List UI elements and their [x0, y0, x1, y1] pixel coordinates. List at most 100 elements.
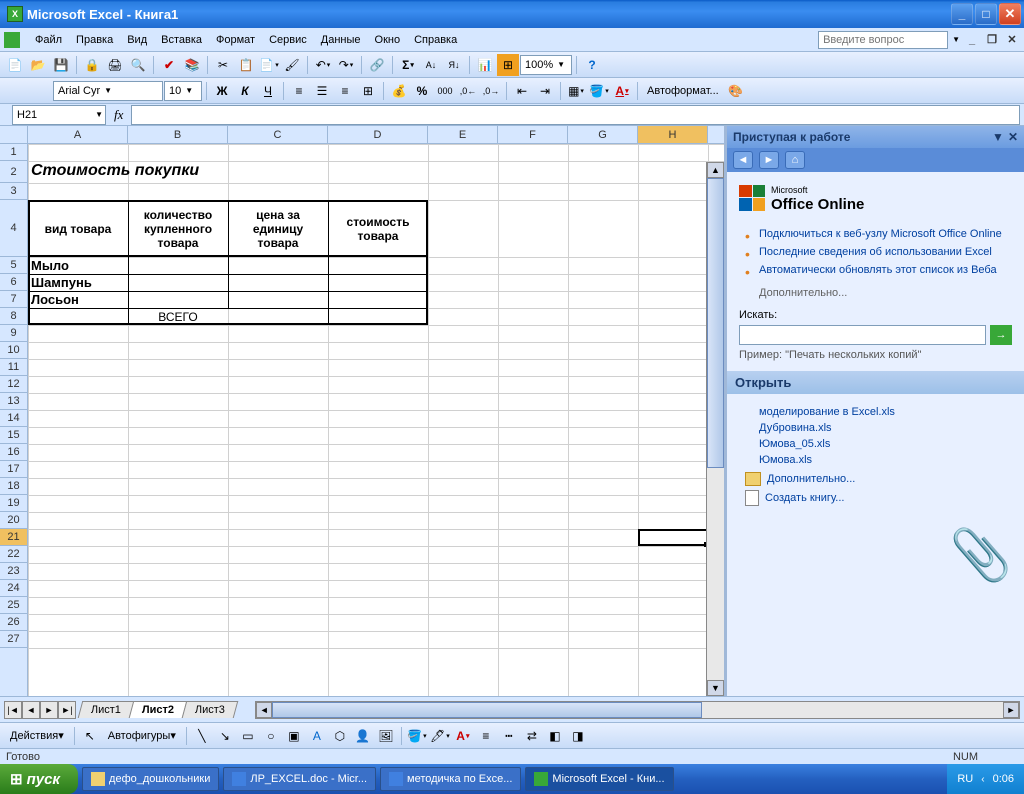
cell-a6[interactable]: Шампунь	[28, 274, 128, 291]
cell-a4[interactable]: вид товара	[28, 200, 128, 257]
help-button[interactable]: ?	[581, 54, 603, 76]
scroll-left-button[interactable]: ◄	[256, 702, 272, 718]
row-header[interactable]: 17	[0, 461, 27, 478]
research-button[interactable]: 📚	[181, 54, 203, 76]
menu-format[interactable]: Формат	[209, 32, 262, 48]
col-header-d[interactable]: D	[328, 126, 428, 143]
undo-button[interactable]: ↶▾	[312, 54, 334, 76]
col-header-e[interactable]: E	[428, 126, 498, 143]
menu-help[interactable]: Справка	[407, 32, 464, 48]
recent-file[interactable]: моделирование в Excel.xls	[759, 404, 1012, 420]
spell-button[interactable]: ✔	[158, 54, 180, 76]
decrease-indent-button[interactable]: ⇤	[511, 80, 533, 102]
percent-button[interactable]: %	[411, 80, 433, 102]
row-header[interactable]: 1	[0, 144, 27, 161]
row-header[interactable]: 14	[0, 410, 27, 427]
menu-edit[interactable]: Правка	[69, 32, 120, 48]
cell-c4[interactable]: цена за единицу товара	[228, 200, 328, 257]
last-sheet-button[interactable]: ►|	[58, 701, 76, 719]
line-style-button[interactable]: ≡	[475, 725, 497, 747]
name-box[interactable]: H21▼	[12, 105, 106, 125]
tray-clock[interactable]: 0:06	[993, 773, 1014, 785]
save-button[interactable]: 💾	[50, 54, 72, 76]
row-header[interactable]: 20	[0, 512, 27, 529]
menu-insert[interactable]: Вставка	[154, 32, 209, 48]
taskpane-menu-button[interactable]: ▼	[992, 130, 1004, 144]
next-sheet-button[interactable]: ►	[40, 701, 58, 719]
select-objects-button[interactable]: ↖	[79, 725, 101, 747]
cond-format-button[interactable]: 🎨	[725, 80, 747, 102]
font-color-button[interactable]: A▾	[611, 80, 633, 102]
cell-a8[interactable]: ВСЕГО	[28, 308, 328, 325]
taskpane-forward-button[interactable]: ►	[759, 151, 779, 169]
row-header[interactable]: 26	[0, 614, 27, 631]
prev-sheet-button[interactable]: ◄	[22, 701, 40, 719]
recent-file[interactable]: Юмова_05.xls	[759, 436, 1012, 452]
open-button[interactable]: 📂	[27, 54, 49, 76]
italic-button[interactable]: К	[234, 80, 256, 102]
arrow-button[interactable]: ↘	[214, 725, 236, 747]
align-center-button[interactable]: ☰	[311, 80, 333, 102]
mdi-restore-button[interactable]: ❐	[984, 33, 1000, 47]
horizontal-scrollbar[interactable]: ◄ ►	[255, 701, 1020, 719]
cell-d4[interactable]: стоимость товара	[328, 200, 428, 257]
clippy-assistant[interactable]: 📎	[739, 526, 1012, 585]
spreadsheet-grid[interactable]: A B C D E F G H 1 2 3 4 5 6 7 8 9 10 11 …	[0, 126, 724, 696]
print-button[interactable]: 🖨	[104, 54, 126, 76]
underline-button[interactable]: Ч	[257, 80, 279, 102]
currency-button[interactable]: 💰	[388, 80, 410, 102]
minimize-button[interactable]: _	[951, 3, 973, 25]
row-header[interactable]: 5	[0, 257, 27, 274]
taskpane-back-button[interactable]: ◄	[733, 151, 753, 169]
3d-button[interactable]: ◨	[567, 725, 589, 747]
row-header[interactable]: 25	[0, 597, 27, 614]
row-header[interactable]: 4	[0, 200, 27, 257]
bold-button[interactable]: Ж	[211, 80, 233, 102]
tray-lang[interactable]: RU	[957, 773, 973, 785]
col-header-c[interactable]: C	[228, 126, 328, 143]
start-button[interactable]: ⊞ пуск	[0, 764, 78, 794]
increase-indent-button[interactable]: ⇥	[534, 80, 556, 102]
tray-expand-icon[interactable]: ‹	[981, 774, 984, 785]
taskbar-item[interactable]: дефо_дошкольники	[82, 767, 219, 791]
link-new-book[interactable]: Создать книгу...	[745, 490, 1012, 506]
new-button[interactable]: 📄	[4, 54, 26, 76]
recent-file[interactable]: Юмова.xls	[759, 452, 1012, 468]
row-header[interactable]: 22	[0, 546, 27, 563]
close-button[interactable]: ✕	[999, 3, 1021, 25]
menu-data[interactable]: Данные	[314, 32, 368, 48]
scroll-right-button[interactable]: ►	[1003, 702, 1019, 718]
taskbar-item[interactable]: методичка по Exce...	[380, 767, 521, 791]
draw-actions-button[interactable]: Действия ▾	[4, 725, 70, 747]
arrow-style-button[interactable]: ⇄	[521, 725, 543, 747]
col-header-h[interactable]: H	[638, 126, 708, 143]
maximize-button[interactable]: □	[975, 3, 997, 25]
row-header[interactable]: 23	[0, 563, 27, 580]
cell-a2[interactable]: Стоимость покупки	[28, 161, 328, 183]
autoformat-button[interactable]: Автоформат...	[642, 80, 724, 102]
row-header[interactable]: 12	[0, 376, 27, 393]
row-header[interactable]: 2	[0, 161, 27, 183]
scroll-thumb[interactable]	[707, 178, 724, 468]
row-header[interactable]: 27	[0, 631, 27, 648]
row-header[interactable]: 13	[0, 393, 27, 410]
font-size-select[interactable]: 10▼	[164, 81, 202, 101]
cut-button[interactable]: ✂	[212, 54, 234, 76]
row-header[interactable]: 7	[0, 291, 27, 308]
cell-a7[interactable]: Лосьон	[28, 291, 128, 308]
preview-button[interactable]: 🔍	[127, 54, 149, 76]
autoshapes-button[interactable]: Автофигуры ▾	[102, 725, 182, 747]
row-header[interactable]: 8	[0, 308, 27, 325]
permission-button[interactable]: 🔒	[81, 54, 103, 76]
recent-file[interactable]: Дубровина.xls	[759, 420, 1012, 436]
active-cell[interactable]	[638, 529, 708, 546]
shadow-button[interactable]: ◧	[544, 725, 566, 747]
dash-style-button[interactable]: ┅	[498, 725, 520, 747]
pivot-button[interactable]: ⊞	[497, 54, 519, 76]
taskpane-close-button[interactable]: ✕	[1008, 130, 1018, 144]
align-right-button[interactable]: ≡	[334, 80, 356, 102]
borders-button[interactable]: ▦▾	[565, 80, 587, 102]
cell-b4[interactable]: количество купленного товара	[128, 200, 228, 257]
copy-button[interactable]: 📋	[235, 54, 257, 76]
font-color-draw-button[interactable]: A▾	[452, 725, 474, 747]
